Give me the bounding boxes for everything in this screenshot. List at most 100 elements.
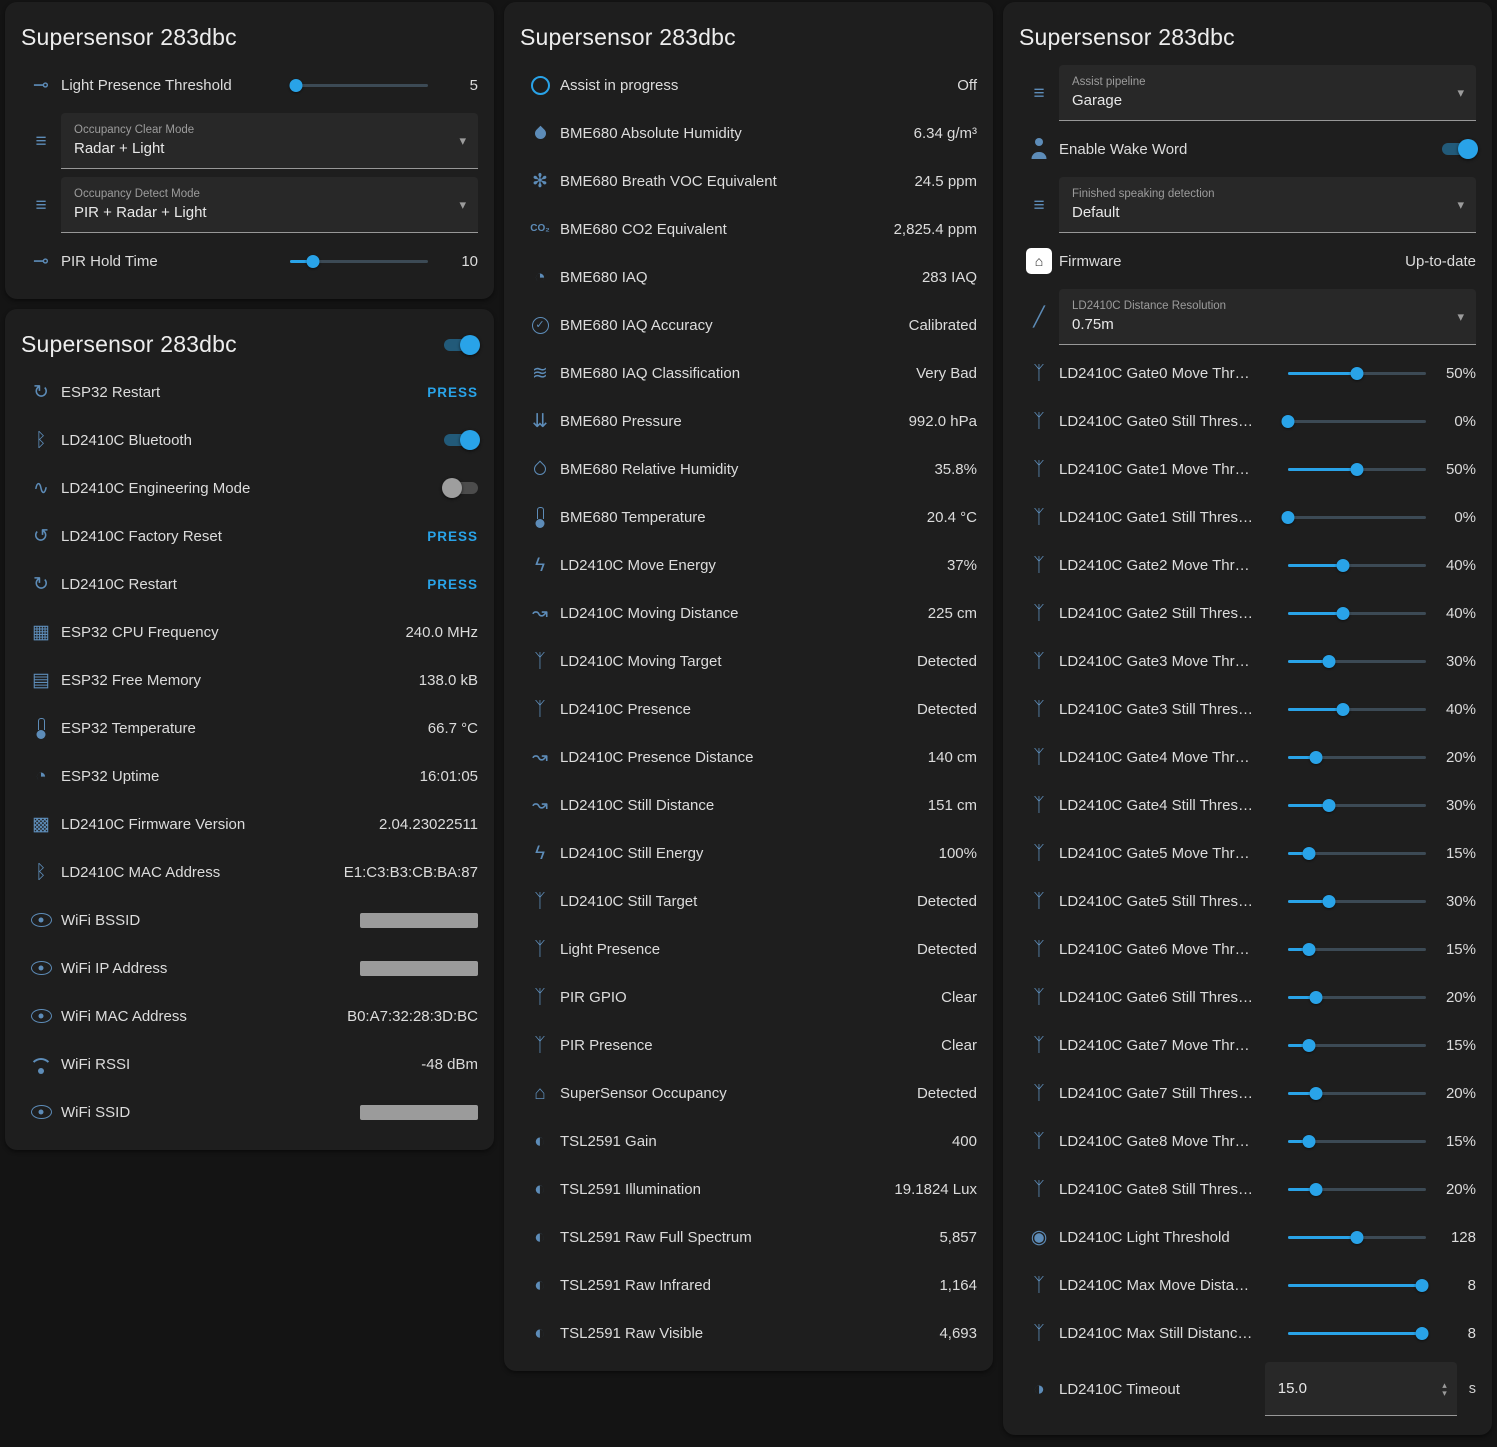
row-assist-in-progress[interactable]: Assist in progressOff bbox=[520, 61, 977, 109]
slider[interactable] bbox=[1288, 413, 1426, 429]
row-assist-pipeline[interactable]: ≡Assist pipelineGarage▾ bbox=[1019, 61, 1476, 125]
row-occupancy-detect-mode[interactable]: ≡Occupancy Detect ModePIR + Radar + Ligh… bbox=[21, 173, 478, 237]
row-ld2410c-gate4-still-thres[interactable]: ᛉLD2410C Gate4 Still Thres…30% bbox=[1019, 781, 1476, 829]
row-tsl2591-raw-visible[interactable]: ◐TSL2591 Raw Visible4,693 bbox=[520, 1309, 977, 1357]
slider[interactable] bbox=[290, 77, 428, 93]
row-wifi-ssid[interactable]: WiFi SSID bbox=[21, 1088, 478, 1136]
row-ld2410c-gate2-still-thres[interactable]: ᛉLD2410C Gate2 Still Thres…40% bbox=[1019, 589, 1476, 637]
row-esp32-uptime[interactable]: ◔ESP32 Uptime16:01:05 bbox=[21, 752, 478, 800]
row-ld2410c-presence[interactable]: ᛉLD2410C PresenceDetected bbox=[520, 685, 977, 733]
row-ld2410c-still-target[interactable]: ᛉLD2410C Still TargetDetected bbox=[520, 877, 977, 925]
slider-thumb[interactable] bbox=[1282, 511, 1295, 524]
slider[interactable] bbox=[1288, 1085, 1426, 1101]
toggle-ld2410c-bluetooth[interactable] bbox=[444, 430, 478, 450]
row-ld2410c-still-distance[interactable]: ↝LD2410C Still Distance151 cm bbox=[520, 781, 977, 829]
spinner-down-icon[interactable]: ▾ bbox=[1442, 1389, 1447, 1397]
slider[interactable] bbox=[1288, 893, 1426, 909]
slider[interactable] bbox=[1288, 1181, 1426, 1197]
row-firmware[interactable]: ⌂FirmwareUp-to-date bbox=[1019, 237, 1476, 285]
row-pir-presence[interactable]: ᛉPIR PresenceClear bbox=[520, 1021, 977, 1069]
row-supersensor-occupancy[interactable]: ⌂SuperSensor OccupancyDetected bbox=[520, 1069, 977, 1117]
row-ld2410c-gate4-move-thr[interactable]: ᛉLD2410C Gate4 Move Thr…20% bbox=[1019, 733, 1476, 781]
row-ld2410c-gate5-move-thr[interactable]: ᛉLD2410C Gate5 Move Thr…15% bbox=[1019, 829, 1476, 877]
slider[interactable] bbox=[1288, 749, 1426, 765]
select-ld2410c-distance-resolution[interactable]: LD2410C Distance Resolution0.75m▾ bbox=[1059, 289, 1476, 345]
row-bme680-absolute-humidity[interactable]: BME680 Absolute Humidity6.34 g/m³ bbox=[520, 109, 977, 157]
slider-thumb[interactable] bbox=[1309, 751, 1322, 764]
row-wifi-rssi[interactable]: WiFi RSSI-48 dBm bbox=[21, 1040, 478, 1088]
number-spinner[interactable]: ▴▾ bbox=[1442, 1381, 1447, 1397]
slider[interactable] bbox=[1288, 701, 1426, 717]
row-ld2410c-light-threshold[interactable]: ◉LD2410C Light Threshold128 bbox=[1019, 1213, 1476, 1261]
row-bme680-co2-equivalent[interactable]: CO₂BME680 CO2 Equivalent2,825.4 ppm bbox=[520, 205, 977, 253]
row-ld2410c-gate1-move-thr[interactable]: ᛉLD2410C Gate1 Move Thr…50% bbox=[1019, 445, 1476, 493]
row-ld2410c-max-move-dista[interactable]: ᛉLD2410C Max Move Dista…8 bbox=[1019, 1261, 1476, 1309]
row-tsl2591-illumination[interactable]: ◐TSL2591 Illumination19.1824 Lux bbox=[520, 1165, 977, 1213]
slider[interactable] bbox=[1288, 941, 1426, 957]
row-tsl2591-raw-full-spectrum[interactable]: ◐TSL2591 Raw Full Spectrum5,857 bbox=[520, 1213, 977, 1261]
row-pir-hold-time[interactable]: ⊸PIR Hold Time10 bbox=[21, 237, 478, 285]
row-pir-gpio[interactable]: ᛉPIR GPIOClear bbox=[520, 973, 977, 1021]
row-ld2410c-gate5-still-thres[interactable]: ᛉLD2410C Gate5 Still Thres…30% bbox=[1019, 877, 1476, 925]
row-occupancy-clear-mode[interactable]: ≡Occupancy Clear ModeRadar + Light▾ bbox=[21, 109, 478, 173]
slider-thumb[interactable] bbox=[1415, 1279, 1428, 1292]
slider-thumb[interactable] bbox=[1323, 799, 1336, 812]
slider[interactable] bbox=[1288, 845, 1426, 861]
row-ld2410c-firmware-version[interactable]: ▩LD2410C Firmware Version2.04.23022511 bbox=[21, 800, 478, 848]
row-ld2410c-moving-distance[interactable]: ↝LD2410C Moving Distance225 cm bbox=[520, 589, 977, 637]
press-button[interactable]: PRESS bbox=[427, 385, 478, 400]
slider[interactable] bbox=[1288, 1229, 1426, 1245]
slider-thumb[interactable] bbox=[1351, 463, 1364, 476]
row-ld2410c-move-energy[interactable]: ϟLD2410C Move Energy37% bbox=[520, 541, 977, 589]
row-ld2410c-gate7-move-thr[interactable]: ᛉLD2410C Gate7 Move Thr…15% bbox=[1019, 1021, 1476, 1069]
toggle-enable-wake-word[interactable] bbox=[1442, 139, 1476, 159]
row-ld2410c-mac-address[interactable]: ᛒLD2410C MAC AddressE1:C3:B3:CB:BA:87 bbox=[21, 848, 478, 896]
row-ld2410c-still-energy[interactable]: ϟLD2410C Still Energy100% bbox=[520, 829, 977, 877]
row-bme680-temperature[interactable]: BME680 Temperature20.4 °C bbox=[520, 493, 977, 541]
slider-thumb[interactable] bbox=[1309, 991, 1322, 1004]
row-esp32-cpu-frequency[interactable]: ▦ESP32 CPU Frequency240.0 MHz bbox=[21, 608, 478, 656]
slider-thumb[interactable] bbox=[1282, 415, 1295, 428]
slider[interactable] bbox=[290, 253, 428, 269]
select-occupancy-clear-mode[interactable]: Occupancy Clear ModeRadar + Light▾ bbox=[61, 113, 478, 169]
row-ld2410c-gate8-still-thres[interactable]: ᛉLD2410C Gate8 Still Thres…20% bbox=[1019, 1165, 1476, 1213]
slider[interactable] bbox=[1288, 797, 1426, 813]
slider-thumb[interactable] bbox=[1337, 559, 1350, 572]
row-ld2410c-gate7-still-thres[interactable]: ᛉLD2410C Gate7 Still Thres…20% bbox=[1019, 1069, 1476, 1117]
row-wifi-ip-address[interactable]: WiFi IP Address bbox=[21, 944, 478, 992]
slider-thumb[interactable] bbox=[1351, 367, 1364, 380]
row-bme680-iaq[interactable]: ◔BME680 IAQ283 IAQ bbox=[520, 253, 977, 301]
slider-thumb[interactable] bbox=[1351, 1231, 1364, 1244]
slider-thumb[interactable] bbox=[1302, 1135, 1315, 1148]
row-ld2410c-gate3-move-thr[interactable]: ᛉLD2410C Gate3 Move Thr…30% bbox=[1019, 637, 1476, 685]
row-bme680-iaq-classification[interactable]: ≋BME680 IAQ ClassificationVery Bad bbox=[520, 349, 977, 397]
slider-thumb[interactable] bbox=[1323, 655, 1336, 668]
slider[interactable] bbox=[1288, 461, 1426, 477]
row-wifi-bssid[interactable]: WiFi BSSID bbox=[21, 896, 478, 944]
row-ld2410c-gate2-move-thr[interactable]: ᛉLD2410C Gate2 Move Thr…40% bbox=[1019, 541, 1476, 589]
slider[interactable] bbox=[1288, 509, 1426, 525]
slider-thumb[interactable] bbox=[1323, 895, 1336, 908]
slider[interactable] bbox=[1288, 605, 1426, 621]
row-esp32-temperature[interactable]: ESP32 Temperature66.7 °C bbox=[21, 704, 478, 752]
row-ld2410c-gate6-still-thres[interactable]: ᛉLD2410C Gate6 Still Thres…20% bbox=[1019, 973, 1476, 1021]
row-bme680-pressure[interactable]: ⇊BME680 Pressure992.0 hPa bbox=[520, 397, 977, 445]
slider[interactable] bbox=[1288, 1037, 1426, 1053]
row-tsl2591-gain[interactable]: ◐TSL2591 Gain400 bbox=[520, 1117, 977, 1165]
number-input[interactable]: 15.0▴▾ bbox=[1265, 1362, 1457, 1416]
row-tsl2591-raw-infrared[interactable]: ◐TSL2591 Raw Infrared1,164 bbox=[520, 1261, 977, 1309]
row-ld2410c-factory-reset[interactable]: ↺LD2410C Factory ResetPRESS bbox=[21, 512, 478, 560]
slider-thumb[interactable] bbox=[1302, 847, 1315, 860]
select-finished-speaking-detection[interactable]: Finished speaking detectionDefault▾ bbox=[1059, 177, 1476, 233]
row-ld2410c-engineering-mode[interactable]: ∿LD2410C Engineering Mode bbox=[21, 464, 478, 512]
slider-thumb[interactable] bbox=[1302, 1039, 1315, 1052]
select-occupancy-detect-mode[interactable]: Occupancy Detect ModePIR + Radar + Light… bbox=[61, 177, 478, 233]
row-ld2410c-moving-target[interactable]: ᛉLD2410C Moving TargetDetected bbox=[520, 637, 977, 685]
row-ld2410c-gate3-still-thres[interactable]: ᛉLD2410C Gate3 Still Thres…40% bbox=[1019, 685, 1476, 733]
slider[interactable] bbox=[1288, 653, 1426, 669]
row-ld2410c-gate8-move-thr[interactable]: ᛉLD2410C Gate8 Move Thr…15% bbox=[1019, 1117, 1476, 1165]
row-ld2410c-distance-resolution[interactable]: ╱LD2410C Distance Resolution0.75m▾ bbox=[1019, 285, 1476, 349]
slider-thumb[interactable] bbox=[1309, 1183, 1322, 1196]
select-assist-pipeline[interactable]: Assist pipelineGarage▾ bbox=[1059, 65, 1476, 121]
row-light-presence[interactable]: ᛉLight PresenceDetected bbox=[520, 925, 977, 973]
